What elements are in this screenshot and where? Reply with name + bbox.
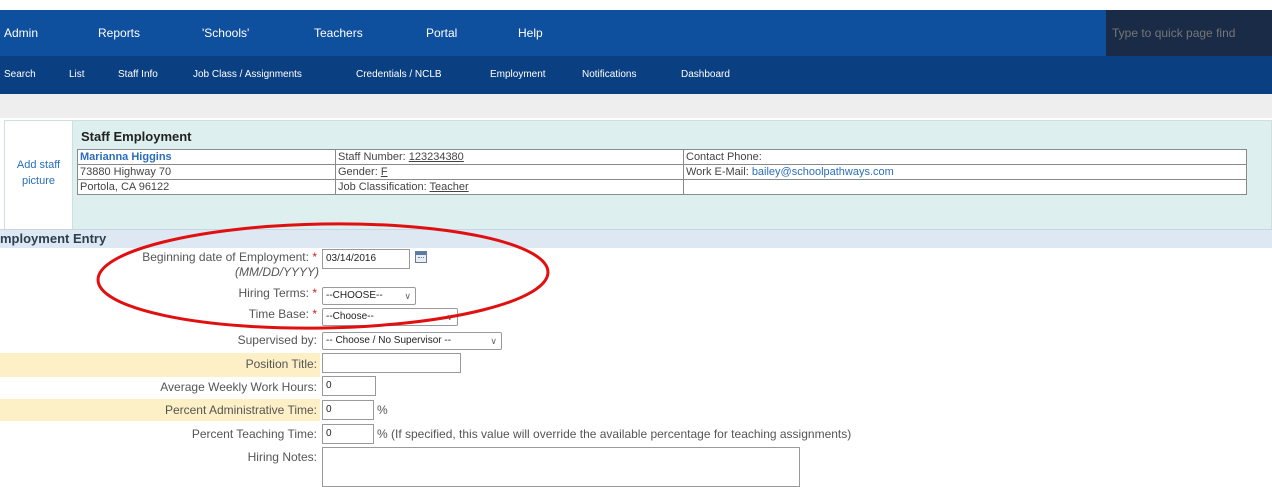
subnav-job-class[interactable]: Job Class / Assignments	[193, 56, 302, 94]
top-nav: Admin Reports 'Schools' Teachers Portal …	[0, 10, 1272, 56]
begin-date-input[interactable]: 03/14/2016	[322, 249, 410, 269]
subnav-notifications[interactable]: Notifications	[582, 56, 636, 94]
begin-date-label: Beginning date of Employment: *	[142, 250, 317, 264]
work-email-label: Work E-Mail:	[686, 166, 749, 178]
quick-find-input[interactable]	[1106, 10, 1272, 56]
subnav-credentials[interactable]: Credentials / NCLB	[356, 56, 442, 94]
supervised-by-select[interactable]: -- Choose / No Supervisor -- ∨	[322, 332, 502, 350]
employment-entry-title: mployment Entry	[0, 231, 107, 246]
nav-teachers[interactable]: Teachers	[314, 10, 363, 56]
hiring-notes-textarea[interactable]	[322, 447, 800, 487]
staff-picture-box: Add staff picture	[5, 121, 73, 231]
pct-admin-input[interactable]: 0	[322, 400, 374, 420]
supervised-by-label: Supervised by:	[237, 333, 317, 347]
pct-teach-label: Percent Teaching Time:	[191, 427, 317, 441]
staff-number-label: Staff Number:	[338, 151, 406, 163]
job-class-value: Teacher	[429, 181, 469, 193]
gender-label: Gender:	[338, 166, 378, 178]
work-email-link[interactable]: bailey@schoolpathways.com	[752, 166, 894, 178]
nav-schools[interactable]: 'Schools'	[202, 10, 249, 56]
hiring-terms-label: Hiring Terms: *	[238, 286, 317, 300]
contact-phone-label: Contact Phone:	[686, 151, 762, 163]
add-staff-picture-link[interactable]: Add staff picture	[5, 157, 72, 189]
time-base-label: Time Base: *	[248, 307, 317, 321]
nav-help[interactable]: Help	[518, 10, 543, 56]
employment-entry-header: mployment Entry	[0, 229, 1272, 248]
nav-reports[interactable]: Reports	[98, 10, 140, 56]
subnav-employment[interactable]: Employment	[490, 56, 546, 94]
hiring-notes-label: Hiring Notes:	[247, 450, 317, 464]
chevron-down-icon: ∨	[404, 291, 411, 301]
sub-nav: Search List Staff Info Job Class / Assig…	[0, 56, 1272, 94]
position-title-input[interactable]	[322, 353, 461, 373]
subnav-dashboard[interactable]: Dashboard	[681, 56, 730, 94]
job-class-label: Job Classification:	[338, 181, 427, 193]
pct-admin-label: Percent Administrative Time:	[164, 403, 317, 417]
begin-date-hint: (MM/DD/YYYY)	[235, 265, 319, 279]
staff-summary-panel: Add staff picture Staff Employment Maria…	[4, 120, 1272, 231]
address-line1: 73880 Highway 70	[80, 166, 172, 178]
chevron-down-icon: ∨	[446, 312, 453, 322]
gender-value: F	[380, 166, 388, 178]
subnav-staff-info[interactable]: Staff Info	[118, 56, 158, 94]
avg-hours-label: Average Weekly Work Hours:	[160, 380, 317, 394]
address-line2: Portola, CA 96122	[80, 181, 170, 193]
chevron-down-icon: ∨	[490, 336, 497, 346]
avg-hours-input[interactable]: 0	[322, 376, 376, 396]
nav-admin[interactable]: Admin	[4, 10, 38, 56]
subnav-list[interactable]: List	[69, 56, 85, 94]
time-base-select[interactable]: --Choose-- ∨	[322, 308, 458, 326]
calendar-icon[interactable]	[415, 251, 427, 263]
subnav-search[interactable]: Search	[4, 56, 36, 94]
nav-portal[interactable]: Portal	[426, 10, 457, 56]
pct-admin-suffix: %	[377, 403, 388, 417]
pct-teach-input[interactable]: 0	[322, 424, 374, 444]
section-title: Staff Employment	[81, 129, 192, 144]
staff-number: 123234380	[408, 151, 464, 163]
toolbar-spacer	[0, 94, 1272, 118]
position-title-label: Position Title:	[245, 357, 317, 371]
pct-teach-note: % (If specified, this value will overrid…	[377, 427, 852, 441]
staff-name[interactable]: Marianna Higgins	[80, 151, 172, 163]
hiring-terms-select[interactable]: --CHOOSE-- ∨	[322, 287, 416, 305]
staff-info-table: Marianna Higgins Staff Number: 123234380…	[77, 149, 1247, 195]
